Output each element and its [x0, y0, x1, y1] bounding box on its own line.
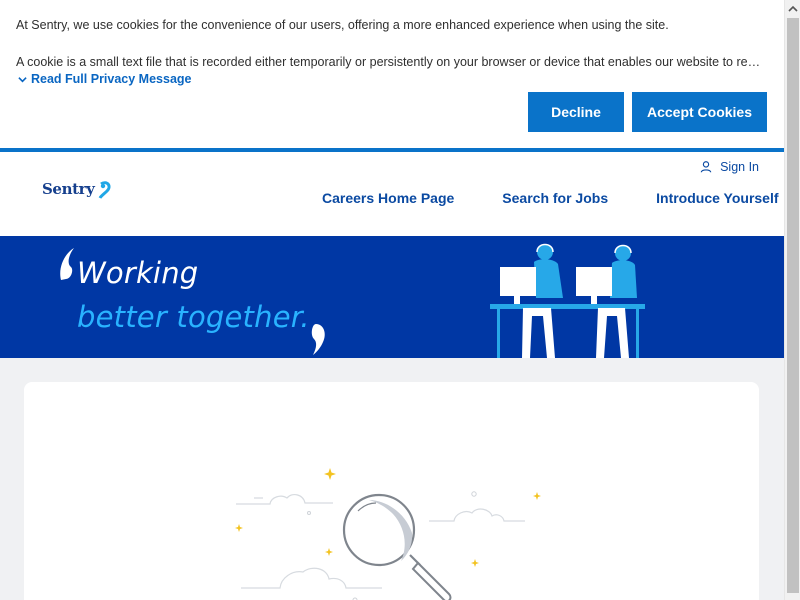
- site-header: Sign In Sentry Careers Home Page Search …: [0, 152, 784, 236]
- cookie-message: At Sentry, we use cookies for the conven…: [16, 17, 766, 70]
- monitor-2: [576, 267, 612, 296]
- sentry-logo[interactable]: Sentry: [42, 180, 112, 210]
- sparkle-icon-4: [533, 492, 541, 500]
- nav-introduce-yourself[interactable]: Introduce Yourself: [656, 190, 778, 206]
- monitor-1-stand: [514, 296, 520, 304]
- user-icon: [700, 161, 712, 173]
- worker-2-body: [610, 260, 637, 298]
- closing-quote-mark: [311, 324, 325, 355]
- cookie-text-line-2: A cookie is a small text file that is re…: [16, 55, 766, 69]
- accept-cookies-button[interactable]: Accept Cookies: [632, 92, 767, 132]
- sparkle-icon-3: [325, 548, 333, 556]
- nav-search-for-jobs[interactable]: Search for Jobs: [502, 190, 608, 206]
- desk-leg-left: [497, 309, 500, 358]
- dot-decoration-2: [307, 511, 311, 515]
- hero-title-line-2: better together.: [77, 300, 310, 334]
- page: At Sentry, we use cookies for the conven…: [0, 0, 784, 600]
- worker-2-legs: [596, 308, 629, 358]
- sparkle-icon-2: [235, 524, 243, 532]
- worker-1-legs: [522, 308, 555, 358]
- nav-careers-home-page[interactable]: Careers Home Page: [322, 190, 454, 206]
- sparkle-icon-5: [471, 559, 479, 567]
- scrollbar-thumb[interactable]: [787, 18, 799, 593]
- sparkle-icon-1: [324, 468, 336, 480]
- dot-decoration-1: [471, 491, 477, 497]
- chevron-up-icon: [788, 5, 798, 12]
- content-card: [24, 382, 759, 600]
- main-content: [0, 358, 784, 600]
- cloud-right: [429, 508, 525, 522]
- magnifying-glass-icon: [342, 493, 452, 600]
- cookie-banner: At Sentry, we use cookies for the conven…: [0, 0, 784, 148]
- worker-1-body: [534, 259, 563, 298]
- opening-quote-mark: [60, 248, 74, 280]
- cloud-bottom: [241, 567, 382, 589]
- hero-title-line-1: Working: [77, 256, 199, 290]
- cookie-text-line-1: At Sentry, we use cookies for the conven…: [16, 18, 669, 32]
- logo-text: Sentry: [42, 180, 95, 198]
- main-navigation: Careers Home Page Search for Jobs Introd…: [322, 190, 779, 206]
- page-scrollbar[interactable]: [784, 0, 800, 600]
- sign-in-label: Sign In: [720, 160, 759, 174]
- empty-search-illustration: [235, 468, 541, 600]
- read-full-privacy-message-label: Read Full Privacy Message: [31, 72, 192, 86]
- desk-leg-right: [636, 309, 639, 358]
- monitor-2-stand: [591, 296, 597, 304]
- cloud-left: [236, 493, 333, 505]
- sign-in-link[interactable]: Sign In: [699, 160, 759, 174]
- decline-button[interactable]: Decline: [528, 92, 624, 132]
- read-full-privacy-message-link[interactable]: Read Full Privacy Message: [18, 72, 192, 86]
- hero-illustration: [60, 243, 645, 358]
- chevron-down-icon: [18, 76, 27, 82]
- logo-mark-icon: [98, 181, 111, 199]
- monitor-1: [500, 267, 536, 296]
- hero-banner: Working better together.: [0, 236, 784, 358]
- scroll-up-button[interactable]: [785, 0, 800, 17]
